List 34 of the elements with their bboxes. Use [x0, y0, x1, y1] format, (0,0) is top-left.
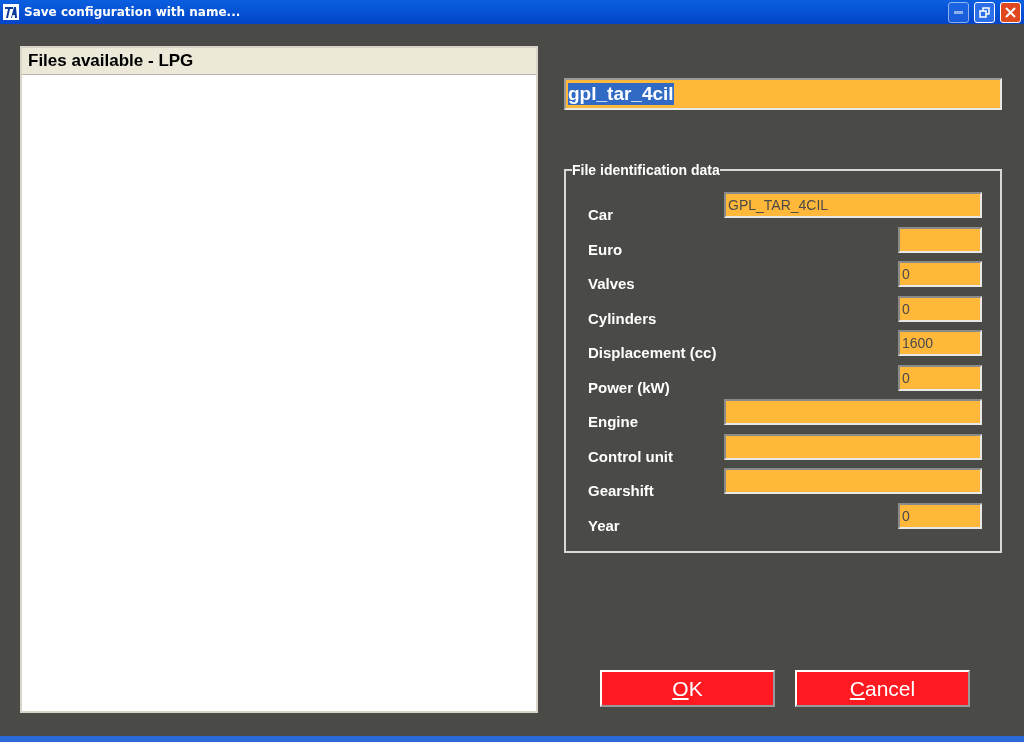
name-input-field[interactable]: gpl_tar_4cil	[564, 78, 1002, 110]
field-label: Valves	[588, 275, 635, 292]
field-label: Control unit	[588, 447, 673, 465]
input-field[interactable]	[724, 433, 982, 460]
field-label: Power (kW)	[588, 378, 670, 396]
input-field[interactable]	[898, 226, 982, 253]
input-field[interactable]	[724, 468, 982, 494]
close-button[interactable]	[1000, 1, 1021, 23]
input-field[interactable]: GPL_TAR_4CIL	[724, 192, 982, 218]
field-label: Car	[588, 206, 613, 223]
field-label: Euro	[588, 240, 623, 258]
window-title: Save configuration with name...	[24, 5, 242, 19]
field-label: Cylinders	[588, 309, 657, 327]
input-field[interactable]: 0	[898, 295, 982, 322]
restore-button[interactable]	[974, 1, 995, 23]
input-field[interactable]: 0	[898, 261, 982, 287]
input-field[interactable]: 0	[898, 364, 982, 391]
file-list[interactable]: Files available - LPG	[20, 46, 538, 713]
input-field[interactable]: 0	[898, 502, 982, 529]
ok-button[interactable]: OK	[600, 670, 775, 707]
file-list-heading: Files available - LPG	[22, 48, 536, 75]
input-field[interactable]	[724, 399, 982, 425]
app-logo-icon	[3, 4, 19, 20]
restore-icon	[979, 6, 990, 18]
field-label: Displacement (cc)	[588, 344, 717, 361]
field-label: Year	[588, 516, 620, 534]
field-label: Gearshift	[588, 482, 654, 499]
minimize-icon	[954, 10, 963, 14]
input-field[interactable]: 1600	[898, 330, 982, 356]
minimize-button[interactable]	[948, 1, 969, 23]
group-legend: File identification data	[572, 162, 720, 178]
cancel-button[interactable]: Cancel	[795, 670, 970, 707]
close-icon	[1005, 6, 1016, 18]
field-label: Engine	[588, 413, 638, 430]
